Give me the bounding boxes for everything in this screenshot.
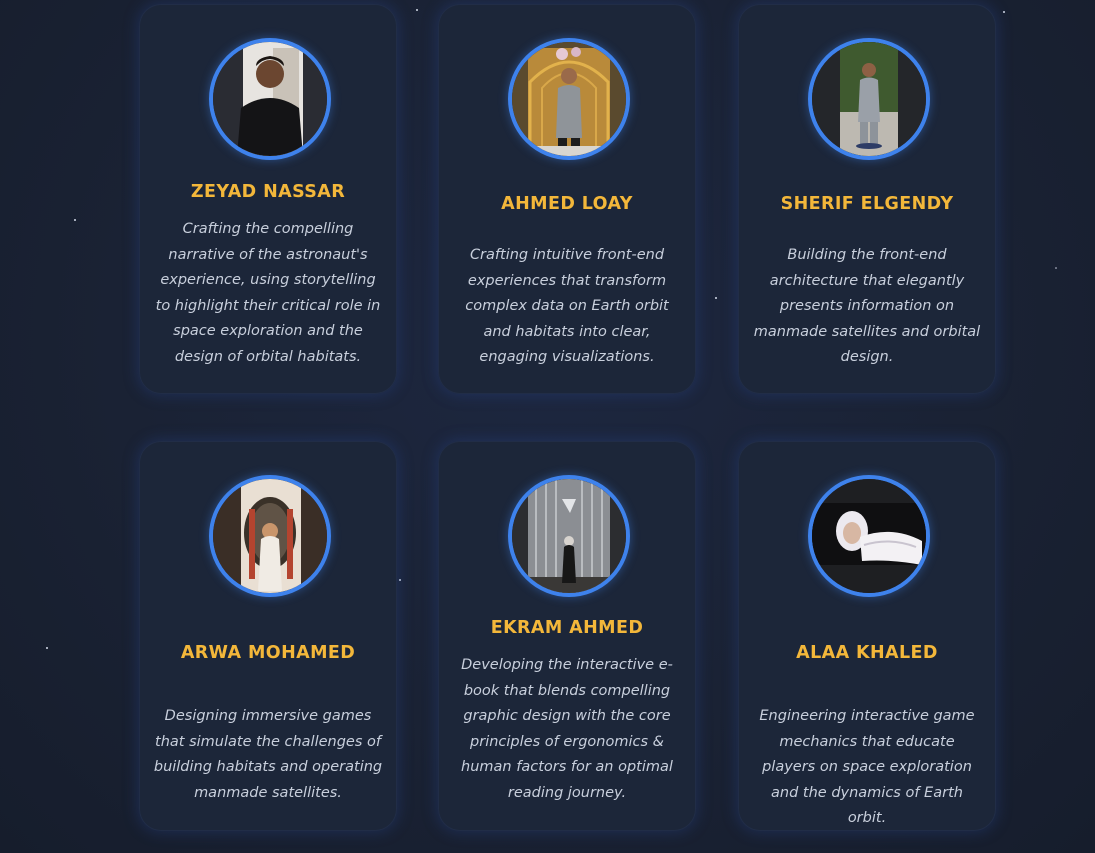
portrait-photo-icon <box>213 479 327 593</box>
member-name: SHERIF ELGENDY <box>780 194 954 214</box>
avatar-ekram-ahmed <box>508 475 630 597</box>
portrait-photo-icon <box>812 42 926 156</box>
team-card-ekram-ahmed: EKRAM AHMED Developing the interactive e… <box>438 441 696 831</box>
portrait-photo-icon <box>512 42 626 156</box>
star-decoration <box>715 297 717 299</box>
member-description: Building the front-end architecture that… <box>753 247 981 366</box>
portrait-photo-icon <box>812 479 926 593</box>
member-name: ALAA KHALED <box>796 643 938 663</box>
star-decoration <box>416 9 418 11</box>
team-card-ahmed-loay: AHMED LOAY Crafting intuitive front-end … <box>438 4 696 394</box>
member-description: Developing the interactive e-book that b… <box>461 657 673 801</box>
star-decoration <box>1055 267 1057 269</box>
avatar-arwa-mohamed <box>209 475 331 597</box>
team-section: ZEYAD NASSAR Crafting the compelling nar… <box>0 0 1095 853</box>
member-name: AHMED LOAY <box>501 194 633 214</box>
member-name: ZEYAD NASSAR <box>190 182 346 202</box>
avatar-alaa-khaled <box>808 475 930 597</box>
member-description: Crafting the compelling narrative of the… <box>155 221 381 365</box>
member-description: Crafting intuitive front-end experiences… <box>465 247 669 366</box>
star-decoration <box>1003 11 1005 13</box>
avatar-zeyad-nassar <box>209 38 331 160</box>
member-name: ARWA MOHAMED <box>180 643 356 663</box>
avatar-sherif-elgendy <box>808 38 930 160</box>
portrait-photo-icon <box>213 42 327 156</box>
member-description: Designing immersive games that simulate … <box>153 708 383 801</box>
portrait-photo-icon <box>512 479 626 593</box>
team-card-arwa-mohamed: ARWA MOHAMED Designing immersive games t… <box>139 441 397 831</box>
team-card-zeyad-nassar: ZEYAD NASSAR Crafting the compelling nar… <box>139 4 397 394</box>
team-card-sherif-elgendy: SHERIF ELGENDY Building the front-end ar… <box>738 4 996 394</box>
member-description: Engineering interactive game mechanics t… <box>759 708 975 827</box>
star-decoration <box>399 579 401 581</box>
team-card-alaa-khaled: ALAA KHALED Engineering interactive game… <box>738 441 996 831</box>
star-decoration <box>46 647 48 649</box>
star-decoration <box>74 219 76 221</box>
avatar-ahmed-loay <box>508 38 630 160</box>
member-name: EKRAM AHMED <box>490 618 644 638</box>
